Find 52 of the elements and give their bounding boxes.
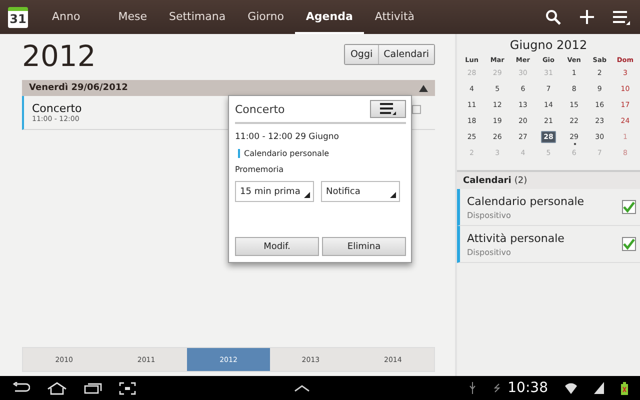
reminder-label: Promemoria — [235, 165, 285, 174]
recent-apps-icon[interactable] — [84, 382, 102, 394]
view-tab[interactable]: Agenda — [294, 0, 364, 34]
calendar-app-icon[interactable]: 31 — [8, 6, 28, 28]
calendar-item[interactable]: Calendario personale Dispositivo — [457, 189, 640, 226]
calendar-name: Attività personale — [467, 232, 564, 244]
year-title: 2012 — [22, 39, 96, 73]
date-header[interactable]: Venerdì 29/06/2012 — [22, 80, 435, 96]
header-button[interactable]: Calendari — [378, 44, 434, 64]
checkbox[interactable] — [622, 200, 636, 214]
dropdown-corner-icon — [304, 192, 310, 198]
popup-button[interactable]: Modif. — [235, 237, 319, 256]
usb-icon — [468, 382, 476, 394]
month-title: Giugno 2012 — [508, 38, 588, 52]
add-icon[interactable] — [579, 9, 595, 25]
menu-button[interactable] — [370, 100, 406, 118]
date-label: Venerdì 29/06/2012 — [29, 83, 128, 93]
screenshot-icon[interactable] — [119, 382, 136, 394]
back-icon[interactable] — [12, 382, 30, 394]
view-tab[interactable]: Anno — [42, 0, 92, 34]
checkbox[interactable] — [622, 237, 636, 251]
menu-icon[interactable] — [613, 10, 630, 24]
wifi-icon — [564, 382, 577, 394]
sync-icon — [492, 383, 501, 393]
calendar-item[interactable]: Attività personale Dispositivo — [457, 226, 640, 263]
search-icon[interactable] — [545, 9, 561, 25]
event-title: Concerto — [32, 102, 82, 115]
calendar-name: Calendario personale — [244, 149, 330, 158]
caret-up-icon[interactable] — [294, 384, 310, 392]
popup-title: Concerto — [235, 102, 285, 116]
clock: 10:38 — [508, 380, 548, 396]
dropdown[interactable]: 15 min prima — [235, 181, 314, 202]
home-icon[interactable] — [47, 382, 67, 394]
calendar-name: Calendario personale — [467, 194, 584, 208]
view-tab[interactable]: Mese — [107, 0, 158, 34]
menu-icon — [380, 103, 396, 115]
collapse-icon[interactable] — [419, 84, 428, 92]
battery-icon — [620, 382, 628, 394]
dropdown-corner-icon — [390, 192, 396, 198]
view-tab[interactable]: Giorno — [236, 0, 295, 34]
popup-button[interactable]: Elimina — [322, 237, 406, 256]
signal-icon — [594, 382, 604, 394]
view-tab[interactable]: Attività — [364, 0, 426, 34]
calendar-account: Dispositivo — [467, 210, 512, 220]
header-button[interactable]: Oggi — [345, 44, 378, 64]
calendar-account: Dispositivo — [467, 248, 512, 256]
reminder-icon — [412, 104, 421, 114]
section-title: Calendari — [463, 176, 512, 186]
view-tab[interactable]: Settimana — [158, 0, 237, 34]
dropdown[interactable]: Notifica — [321, 181, 400, 202]
event-datetime: 11:00 - 12:00 29 Giugno — [235, 132, 340, 142]
section-count: (2) — [514, 176, 528, 186]
